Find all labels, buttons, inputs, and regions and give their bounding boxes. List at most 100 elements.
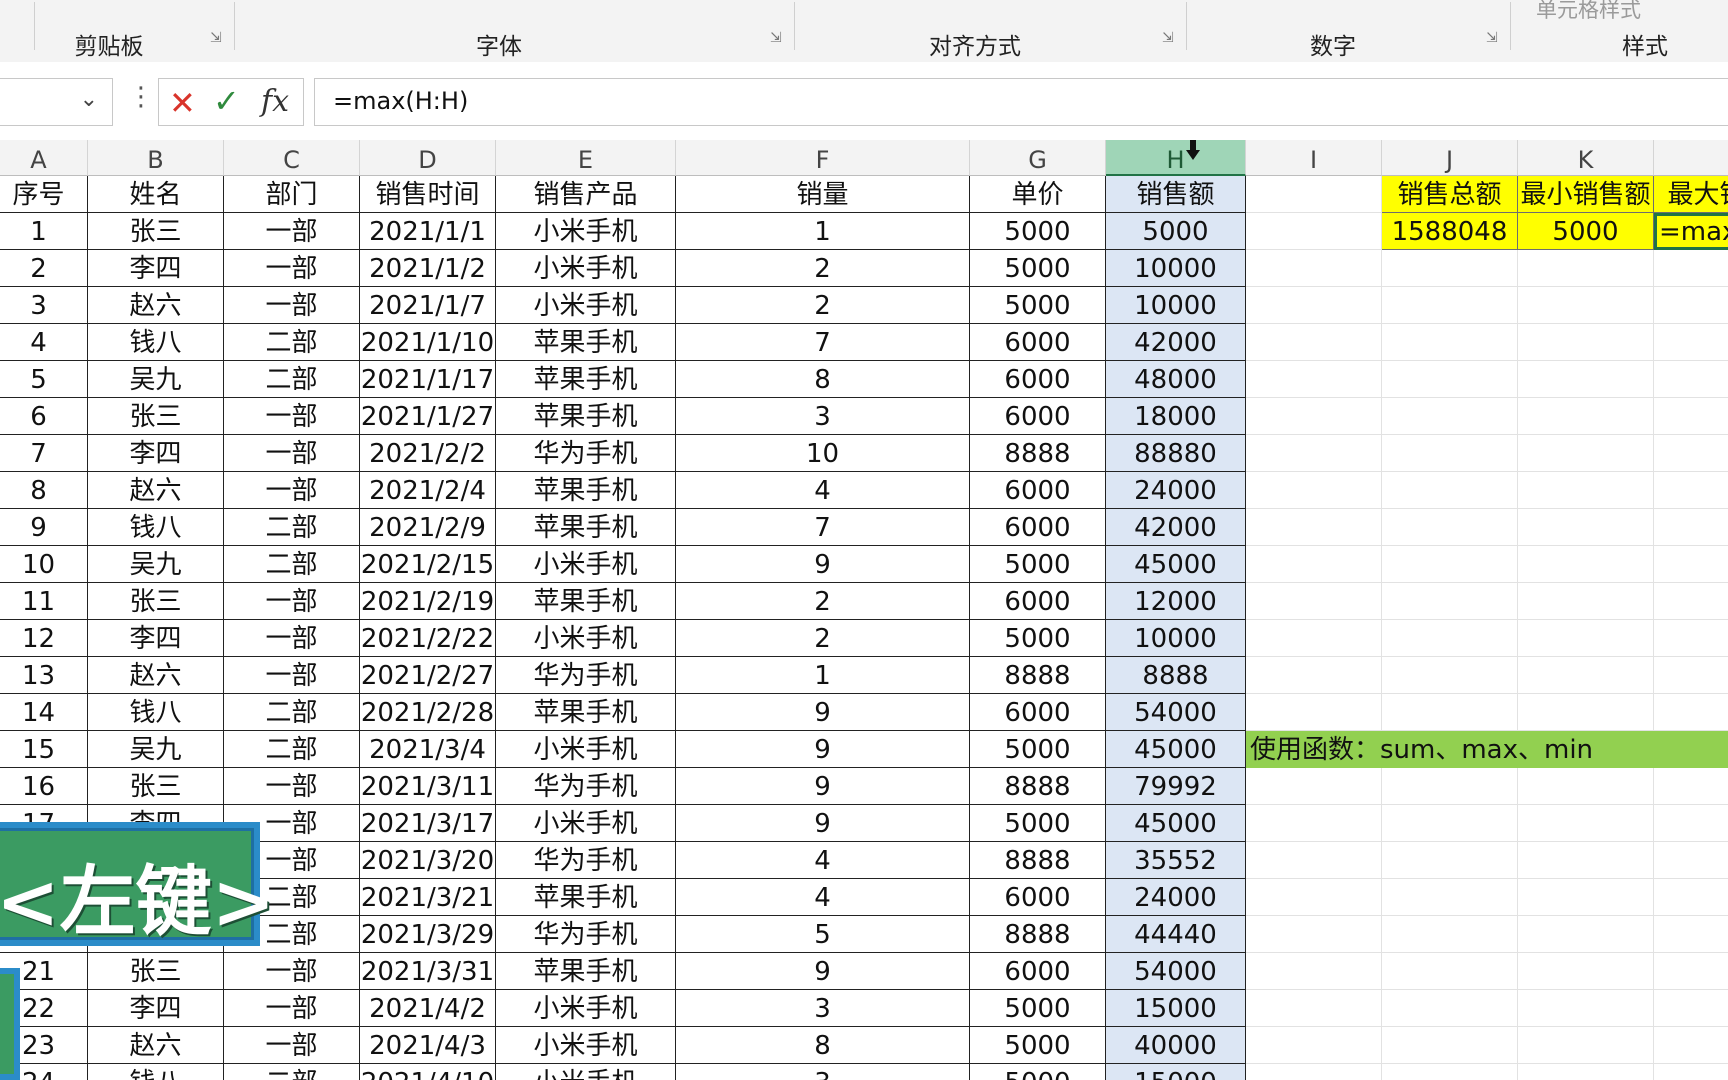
column-header-e[interactable]: E [496, 140, 676, 176]
empty-cell[interactable] [1654, 472, 1728, 509]
table-cell[interactable]: 一部 [224, 213, 360, 250]
empty-cell[interactable] [1382, 435, 1518, 472]
table-cell[interactable]: 10 [676, 435, 970, 472]
column-header-j[interactable]: J [1382, 140, 1518, 176]
table-cell[interactable]: 9 [676, 953, 970, 990]
table-cell[interactable]: 赵六 [88, 1027, 224, 1064]
table-cell[interactable]: 小米手机 [496, 546, 676, 583]
table-cell[interactable]: 一部 [224, 620, 360, 657]
empty-cell[interactable] [1518, 435, 1654, 472]
chevron-down-icon[interactable]: ⌄ [80, 87, 98, 112]
dialog-launcher-icon[interactable]: ⇲ [1162, 30, 1178, 46]
table-cell[interactable]: 15000 [1106, 1064, 1246, 1080]
table-cell[interactable]: 15000 [1106, 990, 1246, 1027]
empty-cell[interactable] [1654, 361, 1728, 398]
empty-cell[interactable] [1246, 842, 1382, 879]
table-cell[interactable]: 苹果手机 [496, 953, 676, 990]
table-cell[interactable]: 14 [0, 694, 88, 731]
table-cell[interactable]: 2021/1/17 [360, 361, 496, 398]
confirm-icon[interactable]: ✓ [213, 82, 240, 120]
table-cell[interactable]: 5 [676, 916, 970, 953]
empty-cell[interactable] [1518, 324, 1654, 361]
empty-cell[interactable] [1654, 990, 1728, 1027]
table-cell[interactable]: 2021/2/28 [360, 694, 496, 731]
table-header-cell[interactable]: 单价 [970, 176, 1106, 213]
table-cell[interactable]: 钱八 [88, 1064, 224, 1080]
table-cell[interactable]: 18000 [1106, 398, 1246, 435]
table-cell[interactable]: 5000 [970, 620, 1106, 657]
table-cell[interactable]: 2 [676, 250, 970, 287]
table-cell[interactable]: 小米手机 [496, 287, 676, 324]
table-cell[interactable]: 9 [676, 768, 970, 805]
empty-cell[interactable] [1246, 509, 1382, 546]
table-cell[interactable]: 苹果手机 [496, 472, 676, 509]
table-cell[interactable]: 6000 [970, 324, 1106, 361]
table-cell[interactable]: 9 [676, 731, 970, 768]
table-cell[interactable]: 5000 [970, 287, 1106, 324]
table-cell[interactable]: 3 [676, 990, 970, 1027]
insert-function-icon[interactable]: fx [261, 84, 289, 119]
table-cell[interactable]: 9 [676, 546, 970, 583]
table-cell[interactable]: 华为手机 [496, 842, 676, 879]
summary-header-cell[interactable]: 销售总额 [1382, 176, 1518, 213]
column-header-i[interactable]: I [1246, 140, 1382, 176]
table-cell[interactable]: 54000 [1106, 953, 1246, 990]
table-cell[interactable]: 2 [676, 287, 970, 324]
table-header-cell[interactable]: 姓名 [88, 176, 224, 213]
table-cell[interactable]: 2021/1/2 [360, 250, 496, 287]
column-header-c[interactable]: C [224, 140, 360, 176]
summary-value-cell[interactable]: 5000 [1518, 213, 1654, 250]
formula-input[interactable]: =max(H:H) [314, 78, 1728, 126]
table-cell[interactable]: 48000 [1106, 361, 1246, 398]
empty-cell[interactable] [1246, 583, 1382, 620]
empty-cell[interactable] [1654, 250, 1728, 287]
table-cell[interactable]: 79992 [1106, 768, 1246, 805]
table-cell[interactable]: 6000 [970, 472, 1106, 509]
table-cell[interactable]: 张三 [88, 398, 224, 435]
empty-cell[interactable] [1518, 953, 1654, 990]
table-cell[interactable]: 10000 [1106, 250, 1246, 287]
table-cell[interactable]: 张三 [88, 583, 224, 620]
empty-cell[interactable] [1246, 287, 1382, 324]
column-header-d[interactable]: D [360, 140, 496, 176]
table-cell[interactable]: 2021/2/9 [360, 509, 496, 546]
table-cell[interactable]: 4 [676, 842, 970, 879]
table-cell[interactable]: 2021/1/27 [360, 398, 496, 435]
empty-cell[interactable] [1246, 361, 1382, 398]
table-cell[interactable]: 一部 [224, 583, 360, 620]
empty-cell[interactable] [1518, 768, 1654, 805]
table-cell[interactable]: 2021/4/10 [360, 1064, 496, 1080]
table-header-cell[interactable]: 销售时间 [360, 176, 496, 213]
empty-cell[interactable] [1246, 620, 1382, 657]
table-cell[interactable]: 24000 [1106, 472, 1246, 509]
empty-cell[interactable] [1382, 546, 1518, 583]
column-header-next[interactable] [1654, 140, 1728, 176]
table-cell[interactable]: 8 [0, 472, 88, 509]
table-cell[interactable]: 10000 [1106, 620, 1246, 657]
table-header-cell[interactable]: 序号 [0, 176, 88, 213]
empty-cell[interactable] [1382, 953, 1518, 990]
table-cell[interactable]: 苹果手机 [496, 583, 676, 620]
table-cell[interactable]: 16 [0, 768, 88, 805]
table-cell[interactable]: 华为手机 [496, 657, 676, 694]
empty-cell[interactable] [1246, 916, 1382, 953]
table-cell[interactable]: 苹果手机 [496, 879, 676, 916]
table-cell[interactable]: 2021/2/27 [360, 657, 496, 694]
table-cell[interactable]: 8888 [1106, 657, 1246, 694]
empty-cell[interactable] [1382, 509, 1518, 546]
empty-cell[interactable] [1518, 398, 1654, 435]
empty-cell[interactable] [1246, 879, 1382, 916]
empty-cell[interactable] [1382, 990, 1518, 1027]
empty-cell[interactable] [1246, 694, 1382, 731]
table-cell[interactable]: 2 [676, 620, 970, 657]
empty-cell[interactable] [1518, 361, 1654, 398]
table-cell[interactable]: 6000 [970, 361, 1106, 398]
note-cell[interactable]: 使用函数：sum、max、min [1246, 731, 1728, 768]
empty-cell[interactable] [1382, 842, 1518, 879]
empty-cell[interactable] [1654, 768, 1728, 805]
table-cell[interactable]: 2021/3/29 [360, 916, 496, 953]
table-header-cell[interactable]: 部门 [224, 176, 360, 213]
table-cell[interactable]: 一部 [224, 990, 360, 1027]
table-cell[interactable]: 2021/3/20 [360, 842, 496, 879]
table-cell[interactable]: 4 [676, 472, 970, 509]
